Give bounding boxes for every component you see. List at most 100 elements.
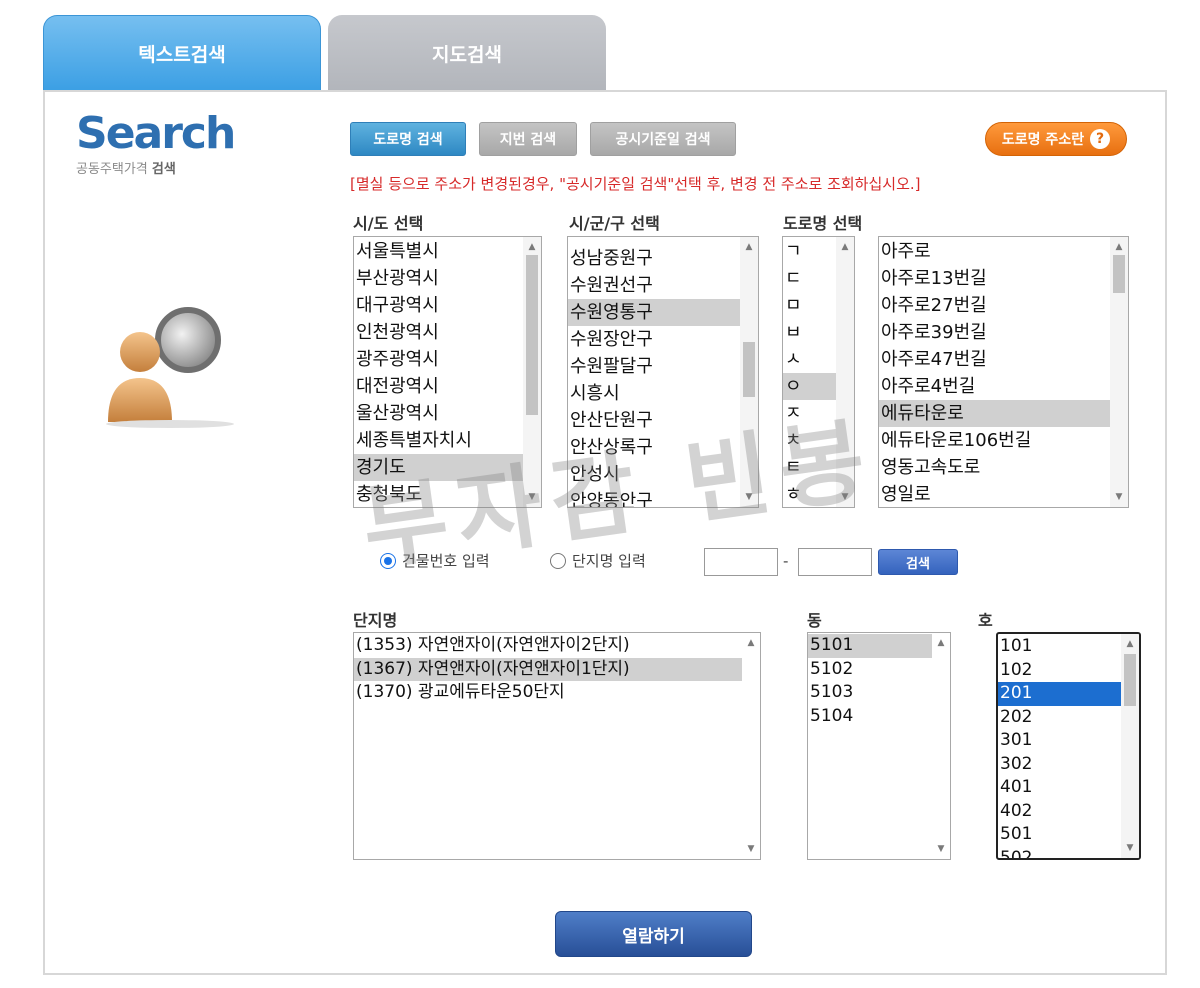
dong-option[interactable]: 5102 [808,658,932,682]
radio-unchecked-icon [550,552,566,569]
scrollbar[interactable]: ▲ ▼ [740,237,758,507]
search-logo: Search 공동주택가격 검색 [76,108,236,177]
scrollbar[interactable]: ▲ ▼ [523,237,541,507]
notice-text: [멸실 등으로 주소가 변경된경우, "공시기준일 검색"선택 후, 변경 전 … [350,175,921,193]
sido-option[interactable]: 인천광역시 [354,319,523,346]
sigungu-option[interactable]: 안산상록구 [568,434,740,461]
road-label: 도로명 선택 [783,214,863,233]
initial-option[interactable]: ㅂ [783,319,836,346]
initial-option[interactable]: ㅅ [783,346,836,373]
road-option[interactable]: 아주로13번길 [879,265,1110,292]
sigungu-option[interactable]: 수원영통구 [568,299,740,326]
date-search-button[interactable]: 공시기준일 검색 [590,122,736,156]
road-option[interactable]: 영일로 [879,481,1110,507]
sido-option[interactable]: 부산광역시 [354,265,523,292]
sido-option[interactable]: 울산광역시 [354,400,523,427]
sido-option[interactable]: 경기도 [354,454,523,481]
radio-label: 건물번호 입력 [402,552,490,570]
road-option[interactable]: 아주로39번길 [879,319,1110,346]
road-option[interactable]: 에듀타운로106번길 [879,427,1110,454]
building-number-input-1[interactable] [704,548,778,576]
ho-option[interactable]: 301 [998,729,1121,753]
ho-option[interactable]: 201 [998,682,1121,706]
road-option[interactable]: 에듀타운로 [879,400,1110,427]
complex-option[interactable]: (1370) 광교에듀타운50단지 [354,681,742,705]
sigungu-option[interactable]: 시흥시 [568,380,740,407]
search-button[interactable]: 검색 [878,549,958,575]
initial-option[interactable]: ㅁ [783,292,836,319]
sigungu-list[interactable]: 성남중원구 수원권선구 수원영통구 수원장안구 수원팔달구 시흥시 안산단원구 안산상록구 안성… [567,236,759,508]
dong-option[interactable]: 5101 [808,634,932,658]
sido-option[interactable]: 서울특별시 [354,238,523,265]
complex-list[interactable]: (1353) 자연앤자이(자연앤자이2단지) (1367) 자연앤자이(자연앤자이… [353,632,761,860]
road-address-guide-button[interactable]: 도로명 주소란 ? [985,122,1127,156]
road-option[interactable]: 아주로27번길 [879,292,1110,319]
question-icon: ? [1090,129,1111,149]
sigungu-option[interactable]: 안산단원구 [568,407,740,434]
tab-map-search[interactable]: 지도검색 [328,15,606,91]
scrollbar[interactable]: ▲ ▼ [742,633,760,859]
scrollbar[interactable]: ▲ ▼ [932,633,950,859]
road-option[interactable]: 아주로47번길 [879,346,1110,373]
sido-label: 시/도 선택 [353,214,424,233]
initial-option[interactable]: ㅈ [783,400,836,427]
tab-text-search[interactable]: 텍스트검색 [43,15,321,91]
ho-option[interactable]: 302 [998,753,1121,777]
complex-option[interactable]: (1353) 자연앤자이(자연앤자이2단지) [354,634,742,658]
ho-option[interactable]: 202 [998,706,1121,730]
complex-label: 단지명 [353,611,398,630]
ho-list[interactable]: 101 102 201 202 301 302 401 402 501 502 ▲ ▼ [996,632,1141,860]
initial-option[interactable]: ㅇ [783,373,836,400]
ho-option[interactable]: 402 [998,800,1121,824]
complex-name-radio[interactable]: 단지명 입력 [550,550,646,571]
initial-option[interactable]: ㅌ [783,454,836,481]
building-number-radio[interactable]: 건물번호 입력 [380,550,490,571]
road-search-button[interactable]: 도로명 검색 [350,122,466,156]
sido-option[interactable]: 충청북도 [354,481,523,507]
building-number-input-2[interactable] [798,548,872,576]
sigungu-option[interactable]: 수원장안구 [568,326,740,353]
initial-option[interactable]: ㄷ [783,265,836,292]
scrollbar[interactable]: ▲ ▼ [836,237,854,507]
ho-option[interactable]: 501 [998,823,1121,847]
sido-option[interactable]: 대구광역시 [354,292,523,319]
lot-search-button[interactable]: 지번 검색 [479,122,577,156]
sido-option[interactable]: 대전광역시 [354,373,523,400]
ho-option[interactable]: 102 [998,659,1121,683]
initial-option[interactable]: ㅊ [783,427,836,454]
complex-option[interactable]: (1367) 자연앤자이(자연앤자이1단지) [354,657,742,681]
sigungu-label: 시/군/구 선택 [569,214,660,233]
road-option[interactable]: 아주로4번길 [879,373,1110,400]
view-button[interactable]: 열람하기 [555,911,752,957]
dong-label: 동 [807,611,822,630]
sigungu-option[interactable]: 수원권선구 [568,272,740,299]
scrollbar[interactable]: ▲ ▼ [1121,634,1139,858]
initial-option[interactable]: ㄱ [783,238,836,265]
guide-button-label: 도로명 주소란 [1001,132,1085,148]
initial-option[interactable]: ㅎ [783,481,836,507]
radio-checked-icon [380,552,396,569]
ho-option[interactable]: 401 [998,776,1121,800]
sido-list[interactable]: 서울특별시 부산광역시 대구광역시 인천광역시 광주광역시 대전광역시 울산광역시 세종특별자… [353,236,542,508]
dong-option[interactable]: 5104 [808,705,932,729]
sido-option[interactable]: 광주광역시 [354,346,523,373]
ho-option[interactable]: 502 [998,847,1121,859]
sigungu-option[interactable]: 성남중원구 [568,245,740,272]
road-list[interactable]: 아주로 아주로13번길 아주로27번길 아주로39번길 아주로47번길 아주로4번길 에듀타… [878,236,1129,508]
dong-list[interactable]: 5101 5102 5103 5104 ▲ ▼ [807,632,951,860]
sido-option[interactable]: 세종특별자치시 [354,427,523,454]
logo-subtitle: 공동주택가격 검색 [76,162,176,177]
separator: - [783,552,789,570]
ho-option[interactable]: 101 [998,635,1121,659]
dong-option[interactable]: 5103 [808,681,932,705]
scrollbar[interactable]: ▲ ▼ [1110,237,1128,507]
person-magnifier-icon [106,307,234,428]
road-option[interactable]: 아주로 [879,238,1110,265]
ho-label: 호 [978,611,993,630]
initial-list[interactable]: ㄱㄷㅁㅂㅅㅇㅈㅊㅌㅎ ▲ ▼ [782,236,855,508]
logo-word: Search [76,108,236,159]
road-option[interactable]: 영동고속도로 [879,454,1110,481]
sigungu-option[interactable]: 수원팔달구 [568,353,740,380]
sigungu-option[interactable]: 안성시 [568,461,740,488]
sigungu-option[interactable]: 안양동안구 [568,488,740,507]
